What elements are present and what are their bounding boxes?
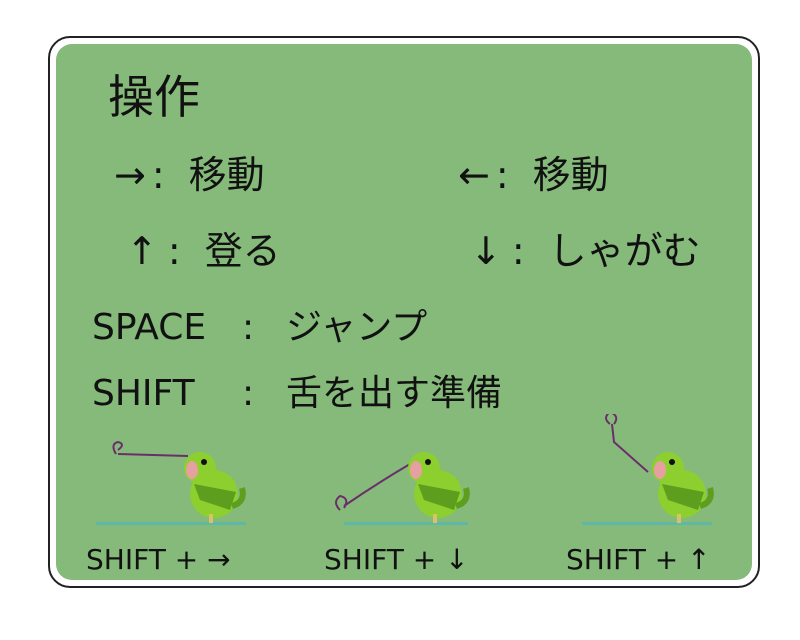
control-right: →: 移動: [114, 156, 265, 194]
control-left: ←: 移動: [458, 156, 609, 194]
page-title: 操作: [108, 70, 200, 124]
control-separator: :: [151, 153, 165, 197]
controls-panel-inner: 操作 →: 移動 ←: 移動 ↑: 登る ↓: しゃがむ SPACE: ジャンプ SHIF…: [56, 44, 752, 580]
action-move-right: 移動: [188, 153, 265, 197]
ground-line: [344, 522, 468, 525]
ground-line: [582, 522, 712, 525]
tongue: [611, 423, 649, 473]
control-separator: :: [495, 153, 509, 197]
chameleon-icon: [408, 452, 470, 523]
control-separator: :: [242, 307, 255, 348]
control-space: SPACE: ジャンプ: [92, 310, 427, 346]
key-left-arrow: ←: [458, 153, 490, 197]
demo-label-shift-up: SHIFT + ↑: [566, 543, 711, 576]
key-space: SPACE: [92, 307, 207, 348]
demo-label-shift-right: SHIFT + →: [86, 543, 231, 576]
tongue: [117, 453, 189, 457]
action-tongue-ready: 舌を出す準備: [286, 373, 503, 414]
demo-tongue-down: [335, 452, 470, 525]
key-down-arrow: ↓: [470, 229, 502, 273]
chameleon-icon: [652, 452, 714, 523]
ground-line: [96, 522, 246, 525]
tongue: [343, 463, 411, 507]
demo-label-shift-down: SHIFT + ↓: [324, 543, 469, 576]
tongue-curl: [112, 440, 123, 455]
demo-tongue-up: [582, 414, 714, 525]
control-down: ↓: しゃがむ: [470, 232, 701, 270]
action-move-left: 移動: [532, 153, 609, 197]
controls-panel: 操作 →: 移動 ←: 移動 ↑: 登る ↓: しゃがむ SPACE: ジャンプ SHIF…: [48, 36, 760, 588]
tongue-curl: [335, 494, 348, 511]
key-shift: SHIFT: [92, 373, 195, 414]
action-crouch: しゃがむ: [548, 229, 701, 273]
key-up-arrow: ↑: [126, 229, 158, 273]
control-separator: :: [511, 229, 525, 273]
control-separator: :: [167, 229, 181, 273]
tongue-curl: [605, 414, 618, 425]
demo-tongue-forward: [96, 440, 246, 525]
control-shift: SHIFT: 舌を出す準備: [92, 376, 502, 412]
action-climb: 登る: [204, 229, 281, 273]
key-right-arrow: →: [114, 153, 146, 197]
action-jump: ジャンプ: [286, 307, 428, 348]
control-up: ↑: 登る: [126, 232, 281, 270]
control-separator: :: [242, 373, 255, 414]
chameleon-icon: [184, 452, 246, 523]
